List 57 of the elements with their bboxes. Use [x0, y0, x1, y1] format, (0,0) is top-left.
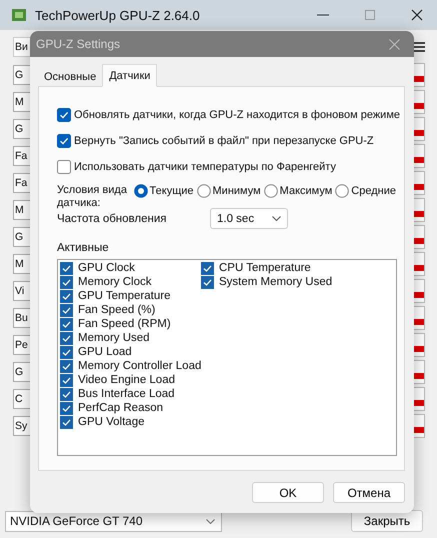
sensor-label: Bus Interface Load	[78, 388, 175, 400]
sensor-label: GPU Clock	[78, 262, 135, 274]
sensor-label: CPU Temperature	[219, 262, 311, 274]
checkbox-label: Использовать датчики температуры по Фаренгейту	[74, 161, 336, 173]
sensor-label: Memory Controller Load	[78, 360, 202, 372]
sensor-label: PerfCap Reason	[78, 402, 164, 414]
radio-label: Минимум	[212, 185, 261, 197]
chip-icon	[11, 8, 27, 22]
sensor-label: System Memory Used	[219, 276, 332, 288]
radio-button[interactable]	[196, 184, 211, 198]
checkbox[interactable]	[60, 346, 73, 358]
checkbox[interactable]	[60, 262, 73, 274]
active-sensors-label: Активные	[57, 242, 110, 254]
radio-label: Текущие	[150, 185, 194, 197]
checkbox[interactable]	[60, 332, 73, 344]
checkbox[interactable]	[60, 290, 73, 302]
sensor-label: GPU Temperature	[78, 290, 170, 302]
checkbox[interactable]	[201, 262, 214, 274]
sensor-label: Video Engine Load	[78, 374, 175, 386]
chevron-down-icon	[272, 216, 281, 221]
chevron-down-icon	[206, 518, 215, 524]
radio-button[interactable]	[264, 184, 278, 198]
cancel-button[interactable]: Отмена	[333, 482, 405, 503]
sensor-label: GPU Load	[78, 346, 132, 358]
radio-button[interactable]	[335, 184, 350, 198]
close-icon[interactable]	[411, 9, 423, 21]
checkbox-label: Обновлять датчики, когда GPU-Z находится в фоновом режиме	[74, 109, 400, 121]
sensor-label: Fan Speed (RPM)	[78, 318, 171, 330]
checkbox[interactable]	[60, 374, 73, 386]
menu-icon[interactable]	[413, 42, 425, 52]
refresh-rate-label: Частота обновления	[57, 212, 168, 224]
checkbox[interactable]	[57, 134, 71, 148]
sensor-label: Memory Clock	[78, 276, 152, 288]
sensor-label: Fan Speed (%)	[78, 304, 156, 316]
radio-button[interactable]	[134, 184, 148, 198]
radio-label: Средние	[351, 185, 396, 197]
checkbox[interactable]	[60, 304, 73, 316]
view-mode-label: Условия вида датчика:	[57, 184, 128, 210]
checkbox[interactable]	[60, 388, 73, 400]
checkbox[interactable]	[60, 276, 73, 288]
tab[interactable]: Датчики	[102, 64, 158, 87]
refresh-rate-dropdown[interactable]: 1.0 sec	[210, 208, 288, 229]
checkbox[interactable]	[60, 360, 73, 372]
sensor-label: Memory Used	[78, 332, 150, 344]
tab[interactable]: Основные	[38, 67, 102, 86]
ok-button[interactable]: OK	[252, 482, 324, 503]
checkbox[interactable]	[60, 416, 73, 428]
radio-label: Максимум	[280, 185, 332, 197]
minimize-icon[interactable]	[317, 14, 329, 16]
sensor-label: GPU Voltage	[78, 416, 144, 428]
checkbox[interactable]	[60, 318, 73, 330]
checkbox[interactable]	[57, 108, 71, 122]
checkbox[interactable]	[57, 160, 71, 174]
checkbox-label: Вернуть "Запись событий в файл" при перезапуске GPU-Z	[74, 135, 374, 147]
checkbox[interactable]	[201, 276, 214, 288]
checkbox[interactable]	[60, 402, 73, 414]
window-title: TechPowerUp GPU-Z 2.64.0	[35, 8, 200, 22]
